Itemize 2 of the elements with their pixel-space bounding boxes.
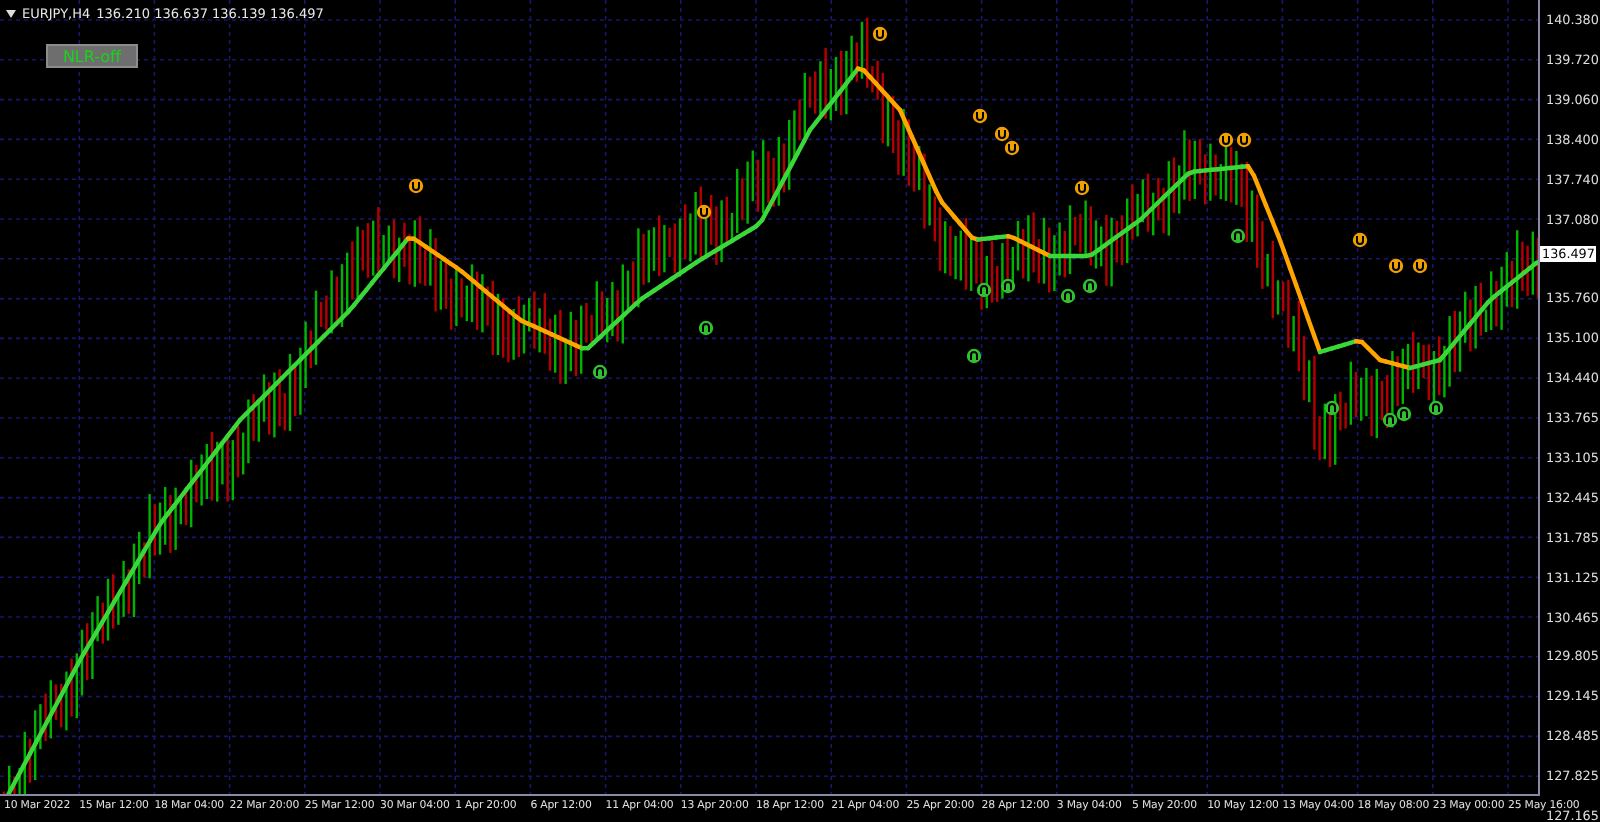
dropdown-triangle-icon[interactable] (6, 10, 16, 18)
nlr-toggle-button[interactable]: NLR-off (46, 44, 138, 68)
